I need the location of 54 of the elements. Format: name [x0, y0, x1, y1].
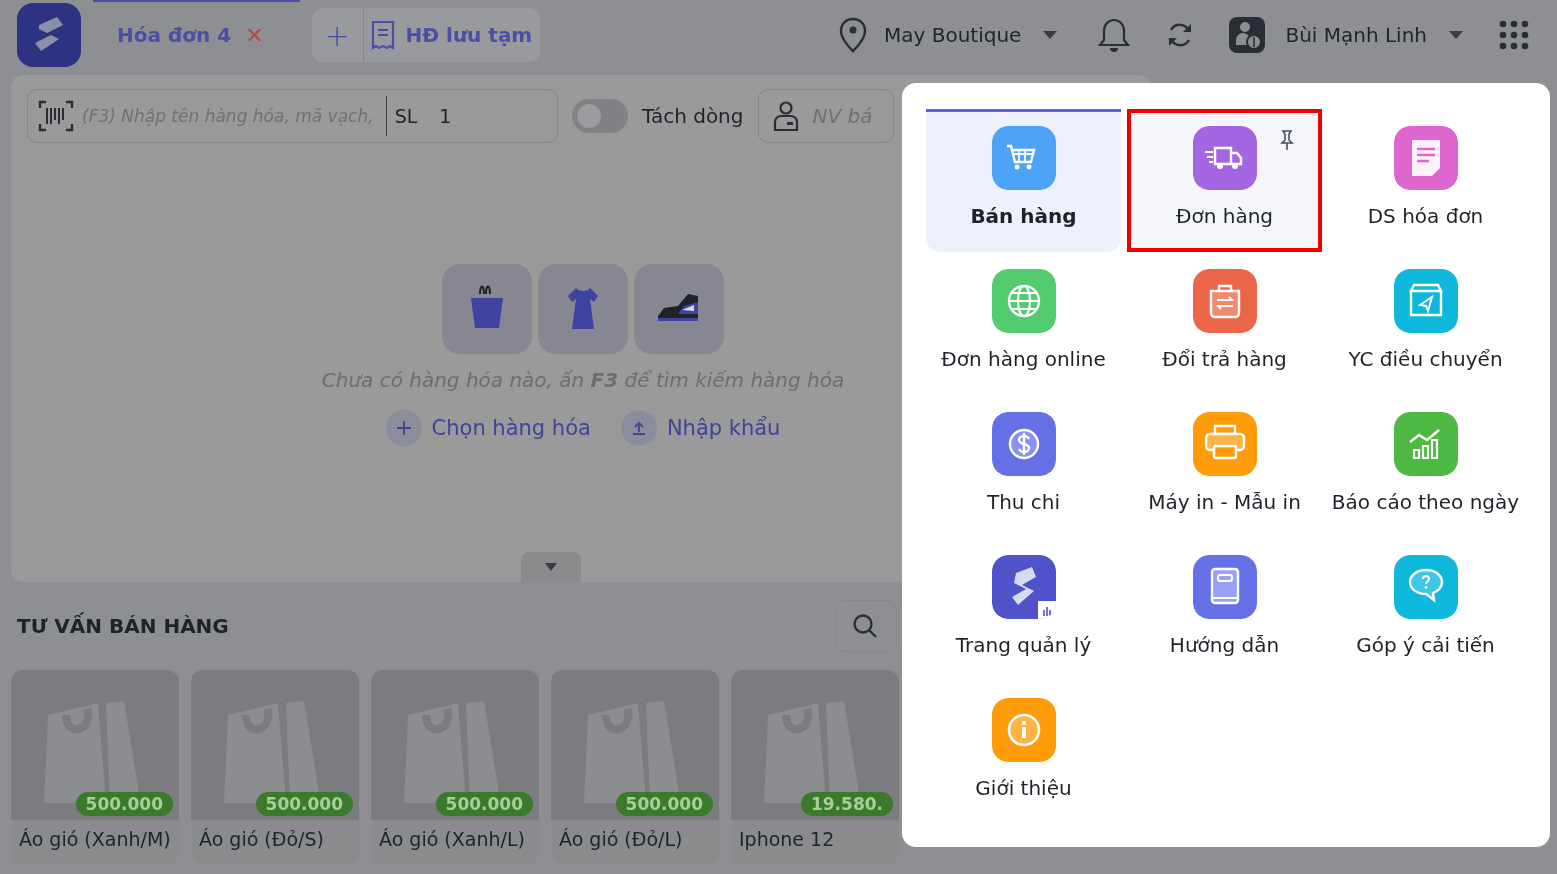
menu-item[interactable]: Thu chi	[926, 395, 1121, 538]
location-pin-icon	[838, 17, 868, 53]
product-name: Áo gió (Xanh/L)	[378, 827, 526, 850]
menu-item[interactable]: Máy in - Mẫu in	[1127, 395, 1322, 538]
split-lines-toggle[interactable]	[572, 99, 628, 133]
menu-item[interactable]: Đổi trả hàng	[1127, 252, 1322, 395]
menu-item[interactable]: Đơn hàng	[1127, 109, 1322, 252]
menu-item[interactable]: Bán hàng	[926, 109, 1121, 252]
quantity-field[interactable]: 1	[439, 105, 452, 127]
price-badge: 500.000	[255, 792, 353, 816]
section-title: TƯ VẤN BÁN HÀNG	[17, 614, 230, 638]
caret-icon	[1449, 31, 1463, 39]
search-icon	[852, 613, 878, 639]
receipt-icon	[369, 20, 396, 50]
barcode-icon	[38, 100, 74, 132]
product-card[interactable]: 500.000 Áo gió (Đỏ/S)	[191, 670, 359, 865]
upload-icon	[630, 420, 647, 436]
product-name: Áo gió (Đỏ/S)	[198, 827, 325, 850]
menu-item[interactable]: Hướng dẫn	[1127, 538, 1322, 681]
price-badge: 500.000	[75, 792, 173, 816]
user-name[interactable]: Bùi Mạnh Linh	[1285, 23, 1427, 47]
quantity-label: SL	[394, 105, 418, 127]
caret-icon	[1043, 31, 1058, 39]
menu-item[interactable]: Góp ý cải tiến	[1328, 538, 1523, 681]
price-badge: 500.000	[615, 792, 713, 816]
caret-icon	[545, 563, 557, 571]
product-card[interactable]: 19.580. Iphone 12	[731, 670, 899, 865]
product-name: Iphone 12	[738, 827, 836, 850]
collapse-button[interactable]	[521, 552, 581, 582]
product-search-field[interactable]	[835, 600, 897, 652]
product-name: Áo gió (Xanh/M)	[18, 827, 172, 850]
app-logo	[17, 3, 81, 67]
user-money-icon	[1229, 17, 1266, 53]
menu-item[interactable]: DS hóa đơn	[1328, 109, 1523, 252]
product-name: Áo gió (Đỏ/L)	[558, 827, 684, 850]
menu-item[interactable]: Giới thiệu	[926, 681, 1121, 824]
menu-item[interactable]: YC điều chuyển	[1328, 252, 1523, 395]
person-icon	[772, 100, 799, 132]
menu-item[interactable]: Trang quản lý	[926, 538, 1121, 681]
apps-grid-icon[interactable]	[1499, 20, 1529, 50]
product-card[interactable]: 500.000 Áo gió (Xanh/M)	[11, 670, 179, 865]
menu-item[interactable]: Đơn hàng online	[926, 252, 1121, 395]
price-badge: 19.580.	[800, 792, 893, 816]
plus-icon	[395, 420, 412, 436]
bell-icon[interactable]	[1097, 17, 1132, 53]
split-lines-label: Tách dòng	[642, 104, 744, 128]
store-name[interactable]: May Boutique	[884, 23, 1022, 47]
import-button[interactable]: Nhập khẩu	[620, 410, 781, 446]
menu-item[interactable]: Báo cáo theo ngày	[1328, 395, 1523, 538]
pin-icon	[1280, 129, 1294, 151]
product-card[interactable]: 500.000 Áo gió (Xanh/L)	[371, 670, 539, 865]
price-badge: 500.000	[435, 792, 533, 816]
product-card[interactable]: 500.000 Áo gió (Đỏ/L)	[551, 670, 719, 865]
choose-products-button[interactable]: Chọn hàng hóa	[385, 410, 591, 446]
